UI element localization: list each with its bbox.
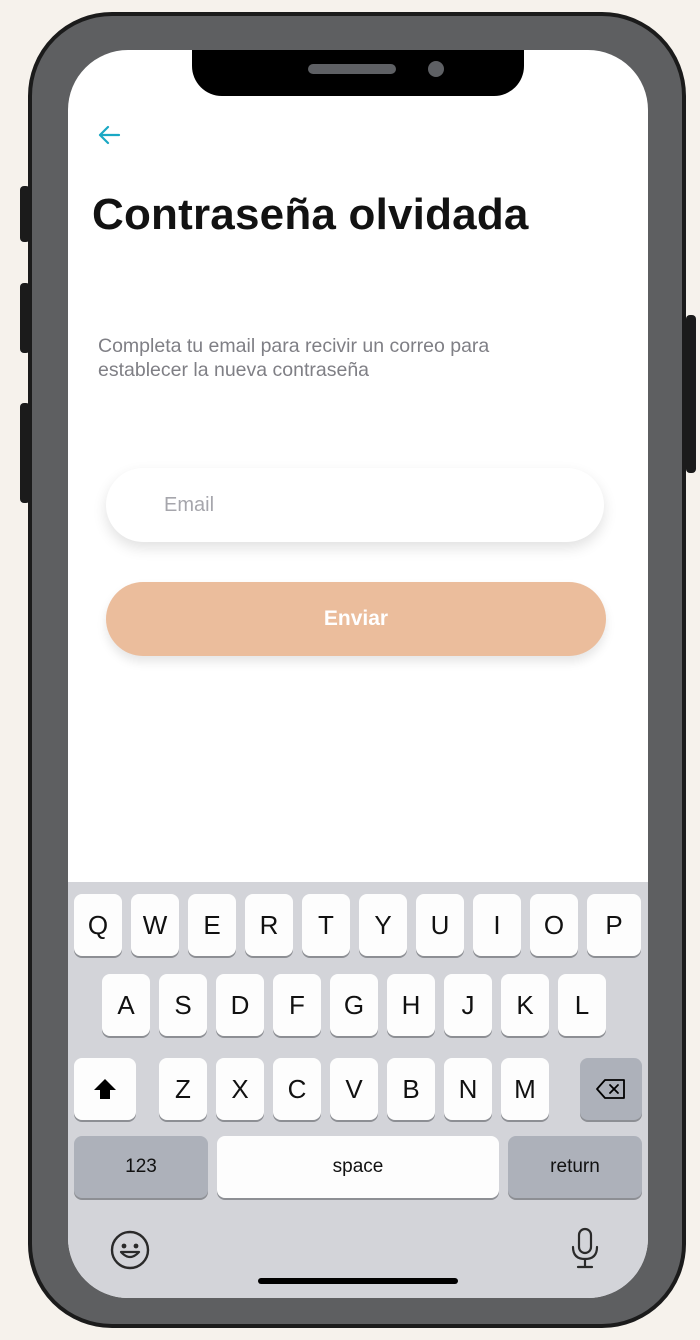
key-k[interactable]: K — [501, 974, 549, 1036]
key-h[interactable]: H — [387, 974, 435, 1036]
page-title: Contraseña olvidada — [92, 190, 529, 239]
emoji-icon — [110, 1230, 150, 1270]
shift-key[interactable] — [74, 1058, 136, 1120]
microphone-icon — [571, 1227, 599, 1269]
space-key[interactable]: space — [217, 1136, 499, 1198]
key-c[interactable]: C — [273, 1058, 321, 1120]
key-d[interactable]: D — [216, 974, 264, 1036]
key-f[interactable]: F — [273, 974, 321, 1036]
key-g[interactable]: G — [330, 974, 378, 1036]
key-s[interactable]: S — [159, 974, 207, 1036]
key-u[interactable]: U — [416, 894, 464, 956]
key-r[interactable]: R — [245, 894, 293, 956]
key-v[interactable]: V — [330, 1058, 378, 1120]
key-a[interactable]: A — [102, 974, 150, 1036]
key-q[interactable]: Q — [74, 894, 122, 956]
key-p[interactable]: P — [587, 894, 641, 956]
speaker-grille — [308, 64, 396, 74]
key-y[interactable]: Y — [359, 894, 407, 956]
front-camera — [428, 61, 444, 77]
email-input[interactable] — [106, 468, 604, 542]
key-l[interactable]: L — [558, 974, 606, 1036]
backspace-key[interactable] — [580, 1058, 642, 1120]
email-field-container — [106, 468, 604, 542]
key-z[interactable]: Z — [159, 1058, 207, 1120]
page-description: Completa tu email para recivir un correo… — [98, 335, 490, 381]
notch — [192, 50, 524, 96]
return-key[interactable]: return — [508, 1136, 642, 1198]
key-o[interactable]: O — [530, 894, 578, 956]
back-arrow-icon — [98, 125, 121, 145]
key-n[interactable]: N — [444, 1058, 492, 1120]
key-w[interactable]: W — [131, 894, 179, 956]
key-i[interactable]: I — [473, 894, 521, 956]
home-indicator[interactable] — [258, 1278, 458, 1284]
send-button[interactable]: Enviar — [106, 582, 606, 656]
key-x[interactable]: X — [216, 1058, 264, 1120]
key-t[interactable]: T — [302, 894, 350, 956]
key-j[interactable]: J — [444, 974, 492, 1036]
phone-screen: Contraseña olvidada Completa tu email pa… — [68, 50, 648, 1298]
emoji-button[interactable] — [108, 1228, 152, 1272]
key-e[interactable]: E — [188, 894, 236, 956]
dictation-button[interactable] — [568, 1226, 602, 1272]
numbers-key[interactable]: 123 — [74, 1136, 208, 1198]
key-m[interactable]: M — [501, 1058, 549, 1120]
shift-icon — [94, 1079, 116, 1099]
back-button[interactable] — [94, 120, 124, 150]
on-screen-keyboard: Q W E R T Y U I O P A S D F G H J K L Z … — [68, 882, 648, 1298]
backspace-icon — [596, 1079, 625, 1099]
power-button — [686, 315, 696, 473]
key-b[interactable]: B — [387, 1058, 435, 1120]
